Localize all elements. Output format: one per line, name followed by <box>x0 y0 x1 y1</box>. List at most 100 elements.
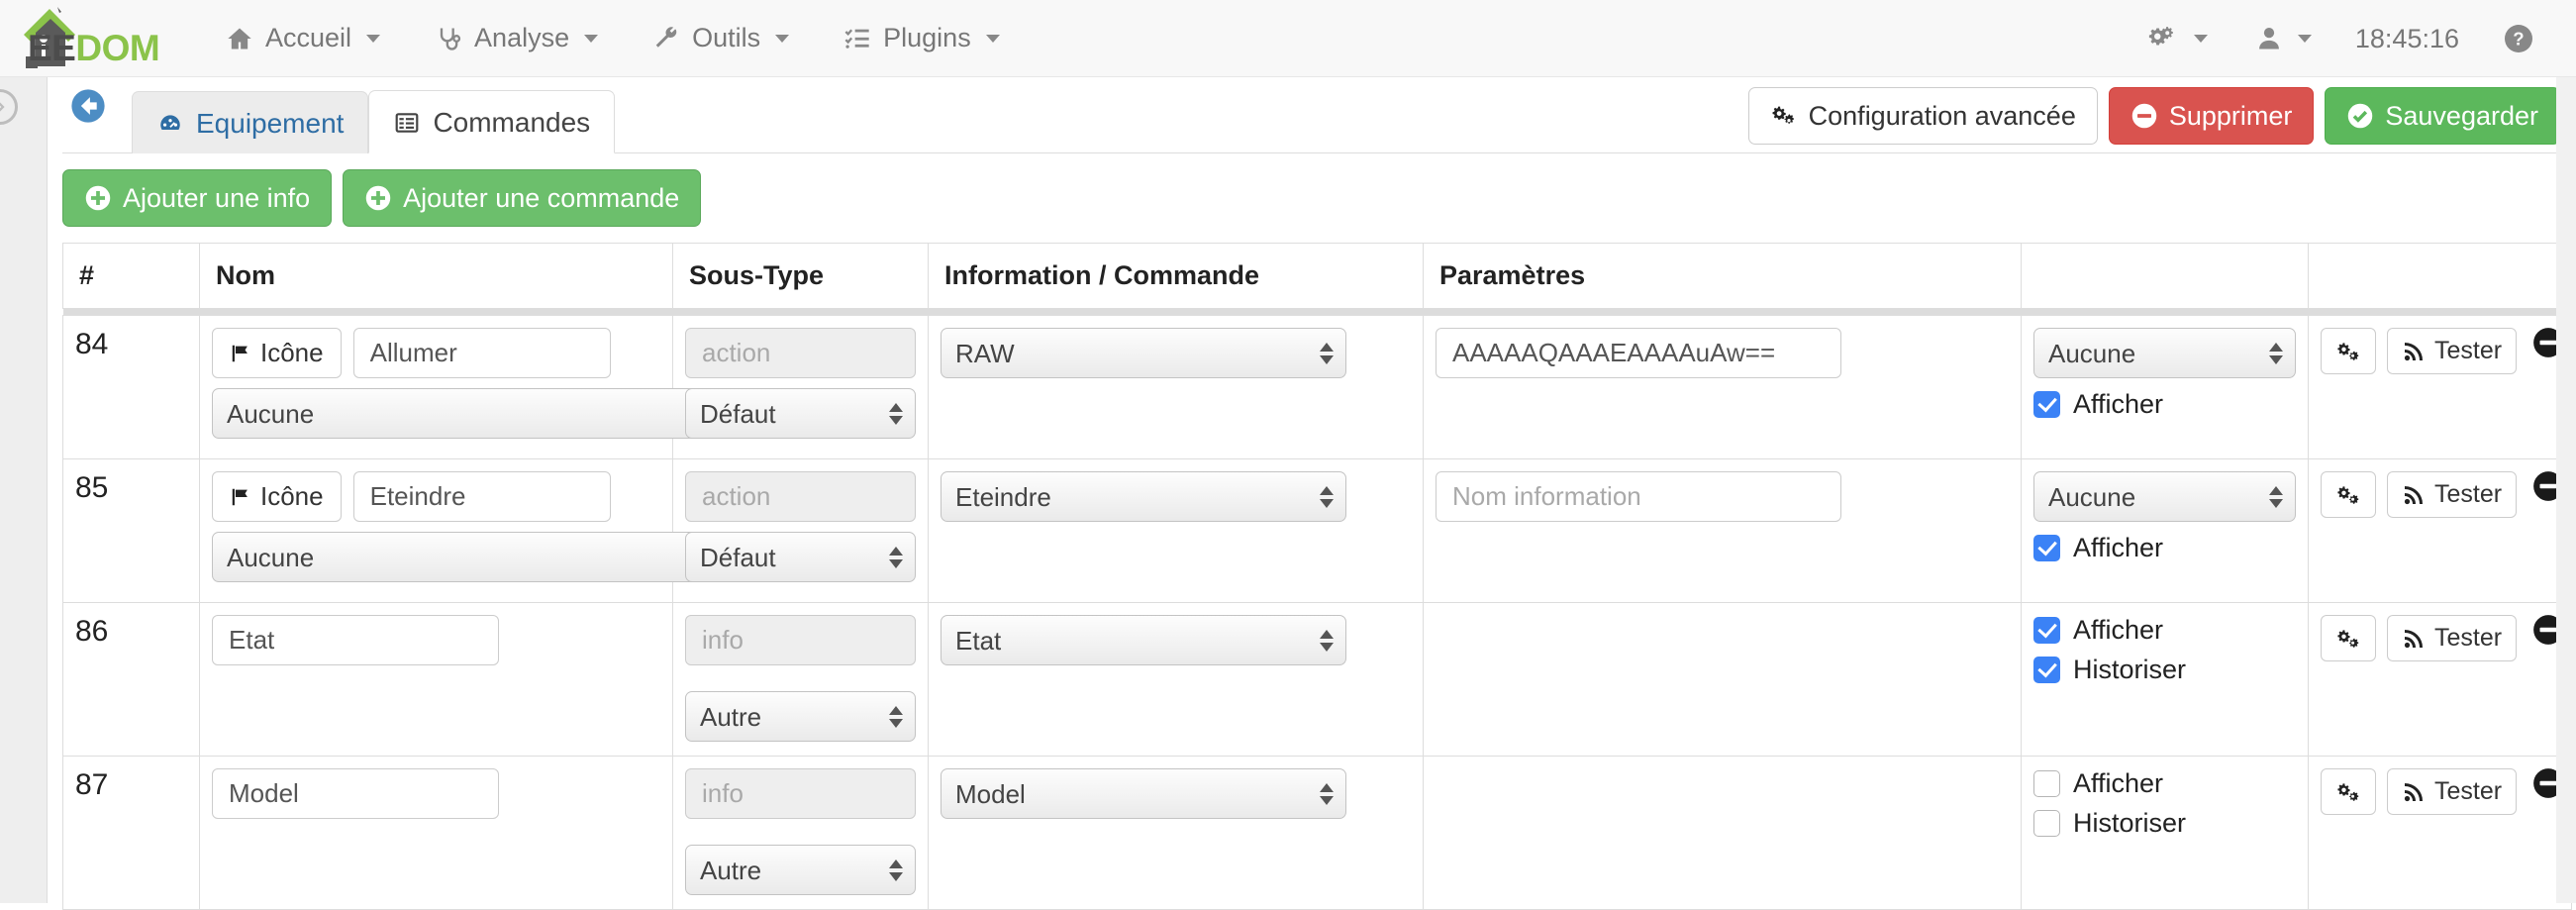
brand-logo-link[interactable]: EEDOM <box>0 0 160 77</box>
nav-item-accueil[interactable]: Accueil <box>198 0 407 77</box>
subtype-input <box>685 615 916 666</box>
information-command-select-control[interactable]: RAW <box>941 328 1346 379</box>
information-command-select[interactable]: Model <box>941 768 1346 820</box>
icon-picker-label: Icône <box>260 481 324 512</box>
nav-item-outils[interactable]: Outils <box>625 0 816 77</box>
subtype-select-control[interactable]: Autre <box>685 845 916 896</box>
subtype-select-control[interactable]: Défaut <box>685 532 916 583</box>
configure-command-button[interactable] <box>2321 328 2376 375</box>
add-buttons-row: Ajouter une info Ajouter une commande <box>48 153 2576 243</box>
subtype-select[interactable]: Défaut <box>685 388 916 440</box>
icon-select-control[interactable]: Aucune <box>212 532 746 583</box>
nav-item-analyse[interactable]: Analyse <box>407 0 625 77</box>
content-area: Equipement Commandes Configuration avanc… <box>48 77 2576 910</box>
value-select-control[interactable]: Aucune <box>2033 328 2296 379</box>
configure-command-button[interactable] <box>2321 615 2376 662</box>
table-list-icon <box>396 112 419 133</box>
information-command-select[interactable]: Eteindre <box>941 471 1346 523</box>
information-command-select-control[interactable]: Etat <box>941 615 1346 666</box>
add-info-label: Ajouter une info <box>123 183 311 213</box>
value-select[interactable]: Aucune <box>2033 328 2296 379</box>
delete-button[interactable]: Supprimer <box>2108 87 2315 146</box>
subtype-select[interactable]: Autre <box>685 691 916 743</box>
afficher-label: Afficher <box>2073 389 2164 420</box>
icon-select[interactable]: Aucune <box>212 388 746 440</box>
tab-equipement[interactable]: Equipement <box>132 91 369 153</box>
afficher-checkbox-line: Afficher <box>2033 615 2296 646</box>
parameters-input[interactable] <box>1436 471 1841 523</box>
test-command-button[interactable]: Tester <box>2387 328 2518 375</box>
subtype-select-control[interactable]: Défaut <box>685 388 916 440</box>
command-name-input[interactable] <box>212 615 499 666</box>
test-command-button[interactable]: Tester <box>2387 615 2518 662</box>
brand-text: EEDOM <box>28 30 160 66</box>
back-button[interactable] <box>62 77 114 152</box>
command-name-input[interactable] <box>212 768 499 820</box>
afficher-checkbox[interactable] <box>2033 535 2060 562</box>
command-name-input[interactable] <box>352 328 611 379</box>
rss-icon <box>2404 629 2423 649</box>
row-actions-cell: Tester <box>2308 315 2572 460</box>
add-command-button[interactable]: Ajouter une commande <box>343 169 702 228</box>
nav-item-settings[interactable] <box>2122 0 2231 77</box>
historiser-checkbox[interactable] <box>2033 657 2060 684</box>
add-command-label: Ajouter une commande <box>403 183 680 213</box>
action-buttons: Tester <box>2321 768 2563 816</box>
icon-picker-button[interactable]: Icône <box>212 328 342 379</box>
svg-text:?: ? <box>2513 29 2524 50</box>
nav-item-plugins[interactable]: Plugins <box>816 0 1027 77</box>
col-header-nom: Nom <box>199 243 673 310</box>
advanced-configuration-button[interactable]: Configuration avancée <box>1747 87 2098 146</box>
flag-icon <box>232 345 248 362</box>
afficher-checkbox[interactable] <box>2033 770 2060 798</box>
tab-commandes[interactable]: Commandes <box>368 90 616 153</box>
historiser-checkbox[interactable] <box>2033 810 2060 838</box>
afficher-checkbox[interactable] <box>2033 617 2060 645</box>
information-command-select[interactable]: Etat <box>941 615 1346 666</box>
subtype-select[interactable]: Autre <box>685 845 916 896</box>
historiser-checkbox-line: Historiser <box>2033 655 2296 685</box>
subtype-select[interactable]: Défaut <box>685 532 916 583</box>
icon-select[interactable]: Aucune <box>212 532 746 583</box>
question-circle-icon: ? <box>2505 25 2532 52</box>
subtype-input <box>685 768 916 820</box>
test-command-button[interactable]: Tester <box>2387 471 2518 519</box>
command-name-input[interactable] <box>352 471 611 523</box>
row-name-cell <box>199 602 673 758</box>
chevron-down-icon <box>2193 35 2208 43</box>
col-header-soustype: Sous-Type <box>672 243 929 310</box>
save-button[interactable]: Sauvegarder <box>2325 87 2560 146</box>
information-command-select-control[interactable]: Model <box>941 768 1346 820</box>
nav-item-analyse-label: Analyse <box>474 23 570 52</box>
page-scrollbar[interactable] <box>2556 77 2576 903</box>
afficher-checkbox[interactable] <box>2033 391 2060 419</box>
information-command-select-control[interactable]: Eteindre <box>941 471 1346 523</box>
row-options-cell: Afficher Historiser <box>2021 756 2309 910</box>
test-command-button[interactable]: Tester <box>2387 768 2518 816</box>
tab-bar: Equipement Commandes Configuration avanc… <box>48 77 2576 153</box>
table-row: 85 Icône Eteindre Aucune action Défaut E… <box>62 458 2572 604</box>
parameters-input[interactable] <box>1436 328 1841 379</box>
icon-select-control[interactable]: Aucune <box>212 388 746 440</box>
minus-circle-icon <box>2131 103 2157 129</box>
row-info-cell: Eteindre <box>928 458 1424 604</box>
name-controls: Icône <box>212 471 660 523</box>
row-subtype-cell: Autre <box>672 602 929 758</box>
sidebar-collapse-toggle[interactable] <box>0 89 18 125</box>
nav-item-help[interactable]: ? <box>2479 0 2558 77</box>
icon-picker-button[interactable]: Icône <box>212 471 342 523</box>
row-options-cell: Aucune Afficher <box>2021 458 2309 604</box>
configure-command-button[interactable] <box>2321 768 2376 816</box>
table-body: 84 Icône Allumer Aucune action Défaut RA… <box>62 308 2572 910</box>
subtype-select-control[interactable]: Autre <box>685 691 916 743</box>
add-info-button[interactable]: Ajouter une info <box>62 169 333 228</box>
chevron-down-icon <box>985 34 1000 43</box>
row-options-cell: Aucune Afficher <box>2021 315 2309 460</box>
nav-item-user[interactable] <box>2231 0 2335 77</box>
configure-command-button[interactable] <box>2321 471 2376 519</box>
information-command-select[interactable]: RAW <box>941 328 1346 379</box>
row-params-cell <box>1423 315 2022 460</box>
row-options-cell: Afficher Historiser <box>2021 602 2309 758</box>
value-select[interactable]: Aucune <box>2033 471 2296 523</box>
value-select-control[interactable]: Aucune <box>2033 471 2296 523</box>
